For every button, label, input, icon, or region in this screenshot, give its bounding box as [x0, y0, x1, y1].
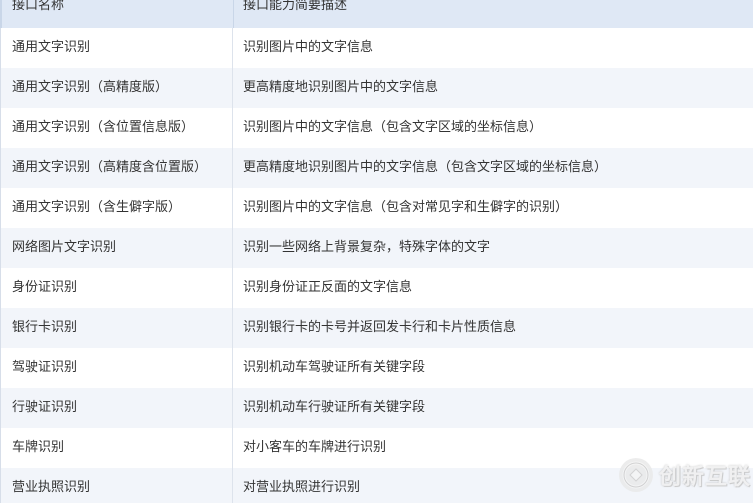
api-description-cell: 识别图片中的文字信息 — [243, 40, 374, 55]
api-description-cell: 识别身份证正反面的文字信息 — [243, 280, 413, 295]
table-row: 行驶证识别 识别机动车行驶证所有关键字段 — [0, 388, 753, 428]
brand-logo-icon — [618, 458, 653, 492]
table-row: 银行卡识别 识别银行卡的卡号并返回发卡行和卡片性质信息 — [0, 308, 753, 348]
header-name: 接口名称 — [12, 0, 65, 13]
column-divider — [232, 28, 233, 68]
api-table: 接口名称 接口能力简要描述 通用文字识别 识别图片中的文字信息通用文字识别（高精度… — [0, 0, 753, 503]
column-divider — [232, 348, 233, 388]
table-body: 通用文字识别 识别图片中的文字信息通用文字识别（高精度版） 更高精度地识别图片中的文… — [0, 28, 753, 503]
api-description-cell: 对小客车的车牌进行识别 — [243, 440, 387, 455]
api-description-cell: 对营业执照进行识别 — [243, 480, 361, 495]
api-description-cell: 识别一些网络上背景复杂，特殊字体的文字 — [243, 240, 491, 255]
table-row: 通用文字识别 识别图片中的文字信息 — [0, 28, 753, 68]
api-name-cell: 通用文字识别 — [12, 40, 91, 55]
api-description-cell: 识别图片中的文字信息（包含文字区域的坐标信息） — [243, 120, 543, 135]
watermark-text: 创新互联 — [658, 465, 751, 490]
api-description-cell: 识别银行卡的卡号并返回发卡行和卡片性质信息 — [243, 320, 517, 335]
api-name-cell: 身份证识别 — [12, 280, 78, 295]
api-name-cell: 驾驶证识别 — [12, 360, 78, 375]
table-header: 接口名称 接口能力简要描述 — [0, 0, 753, 28]
column-divider — [232, 308, 233, 348]
api-description-cell: 更高精度地识别图片中的文字信息（包含文字区域的坐标信息） — [243, 160, 608, 175]
column-divider — [232, 148, 233, 188]
table-row: 通用文字识别（含生僻字版） 识别图片中的文字信息（包含对常见字和生僻字的识别） — [0, 188, 753, 228]
api-description-cell: 识别图片中的文字信息（包含对常见字和生僻字的识别） — [243, 200, 569, 215]
watermark: 创新互联 — [618, 457, 751, 493]
api-name-cell: 行驶证识别 — [12, 400, 78, 415]
column-divider — [232, 228, 233, 268]
table-row: 通用文字识别（高精度含位置版） 更高精度地识别图片中的文字信息（包含文字区域的坐标… — [0, 148, 753, 188]
api-name-cell: 通用文字识别（高精度含位置版） — [12, 160, 208, 175]
column-divider — [233, 0, 234, 28]
table-row: 网络图片文字识别 识别一些网络上背景复杂，特殊字体的文字 — [0, 228, 753, 268]
column-divider — [232, 68, 233, 108]
api-name-cell: 车牌识别 — [12, 440, 65, 455]
api-name-cell: 通用文字识别（含生僻字版） — [12, 200, 182, 215]
column-divider — [232, 388, 233, 428]
header-description: 接口能力简要描述 — [243, 0, 348, 13]
api-name-cell: 通用文字识别（含位置信息版） — [12, 120, 195, 135]
column-divider — [232, 468, 233, 503]
table-row: 身份证识别 识别身份证正反面的文字信息 — [0, 268, 753, 308]
api-description-cell: 识别机动车行驶证所有关键字段 — [243, 400, 426, 415]
api-name-cell: 银行卡识别 — [12, 320, 78, 335]
api-name-cell: 营业执照识别 — [12, 480, 91, 495]
api-name-cell: 通用文字识别（高精度版） — [12, 80, 169, 95]
column-divider — [232, 268, 233, 308]
column-divider — [232, 428, 233, 468]
table-row: 通用文字识别（高精度版） 更高精度地识别图片中的文字信息 — [0, 68, 753, 108]
api-name-cell: 网络图片文字识别 — [12, 240, 117, 255]
api-description-cell: 更高精度地识别图片中的文字信息 — [243, 80, 439, 95]
column-divider — [232, 188, 233, 228]
table-row: 通用文字识别（含位置信息版） 识别图片中的文字信息（包含文字区域的坐标信息） — [0, 108, 753, 148]
api-description-cell: 识别机动车驾驶证所有关键字段 — [243, 360, 426, 375]
column-divider — [232, 108, 233, 148]
table-row: 驾驶证识别 识别机动车驾驶证所有关键字段 — [0, 348, 753, 388]
